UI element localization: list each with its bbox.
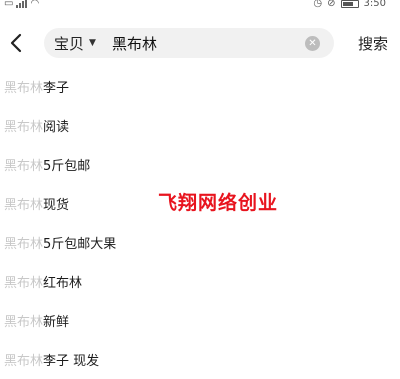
wifi-icon: ◠	[30, 0, 40, 9]
suggestion-prefix: 黑布林	[4, 315, 44, 330]
suggestion-suffix: 红布林	[43, 276, 83, 291]
back-icon[interactable]	[4, 30, 28, 56]
search-bar: 宝贝 ▼ 黑布林 ✕ 搜索	[0, 22, 400, 66]
alarm-icon: ◷	[313, 0, 323, 9]
search-scope-dropdown[interactable]: 宝贝 ▼	[54, 33, 96, 54]
search-input[interactable]: 宝贝 ▼ 黑布林 ✕	[44, 28, 334, 58]
suggestion-suffix: 现货	[43, 198, 70, 213]
suggestion-item[interactable]: 黑布林 李子	[0, 67, 400, 106]
suggestion-suffix: 阅读	[43, 120, 70, 135]
suggestion-item[interactable]: 黑布林 李子 现发	[0, 340, 400, 379]
signal-icon	[16, 0, 28, 8]
suggestion-list: 黑布林 李子 黑布林 阅读 黑布林 5斤包邮 黑布林 现货 黑布林 5斤包邮大果 黑布…	[0, 67, 400, 379]
suggestion-item[interactable]: 黑布林 阅读	[0, 106, 400, 145]
search-button[interactable]: 搜索	[358, 33, 388, 54]
suggestion-item[interactable]: 黑布林 5斤包邮	[0, 145, 400, 184]
suggestion-suffix: 5斤包邮	[43, 159, 91, 174]
suggestion-prefix: 黑布林	[4, 237, 44, 252]
suggestion-prefix: 黑布林	[4, 276, 44, 291]
suggestion-prefix: 黑布林	[4, 159, 44, 174]
suggestion-suffix: 李子 现发	[43, 354, 100, 369]
sim-icon: ▭	[4, 0, 14, 9]
suggestion-item[interactable]: 黑布林 红布林	[0, 262, 400, 301]
watermark-text: 飞翔网络创业	[158, 192, 279, 214]
suggestion-prefix: 黑布林	[4, 354, 44, 369]
status-right: ◷ ⊘ 3:50	[313, 0, 386, 9]
search-query[interactable]: 黑布林	[112, 33, 305, 54]
clear-icon[interactable]: ✕	[305, 35, 320, 51]
suggestion-item[interactable]: 黑布林 新鲜	[0, 301, 400, 340]
battery-icon	[340, 0, 359, 8]
status-bar: ▭ ◠ ◷ ⊘ 3:50	[0, 0, 400, 12]
suggestion-item[interactable]: 黑布林 5斤包邮大果	[0, 223, 400, 262]
suggestion-suffix: 李子	[43, 81, 70, 96]
suggestion-prefix: 黑布林	[4, 81, 44, 96]
status-left: ▭ ◠	[4, 0, 39, 9]
suggestion-suffix: 新鲜	[43, 315, 70, 330]
caret-down-icon: ▼	[89, 38, 96, 48]
suggestion-prefix: 黑布林	[4, 120, 44, 135]
status-time: 3:50	[363, 0, 386, 9]
search-scope-label: 宝贝	[54, 34, 85, 53]
mute-icon: ⊘	[327, 0, 336, 9]
suggestion-suffix: 5斤包邮大果	[43, 237, 117, 252]
suggestion-prefix: 黑布林	[4, 198, 44, 213]
